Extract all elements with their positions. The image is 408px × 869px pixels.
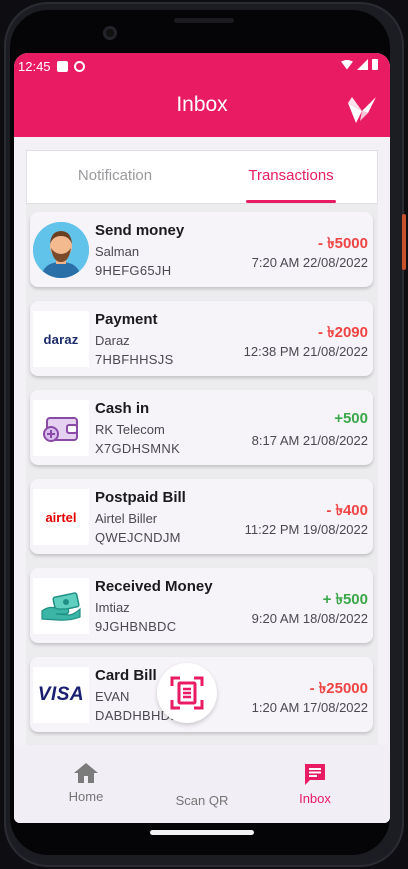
tab-transactions[interactable]: Transactions xyxy=(203,151,379,203)
transaction-type: Received Money xyxy=(95,578,213,595)
battery-icon xyxy=(372,59,378,70)
nav-home[interactable]: Home xyxy=(31,761,141,804)
transaction-amount: + ৳500 xyxy=(322,591,368,608)
daraz-logo-text: daraz xyxy=(43,331,79,347)
transaction-row[interactable]: daraz Payment Daraz 7HBFHHSJS - ৳2090 12… xyxy=(30,301,373,376)
wallet-icon xyxy=(43,417,78,442)
transaction-datetime: 7:20 AM 22/08/2022 xyxy=(251,255,368,270)
transaction-datetime: 1:20 AM 17/08/2022 xyxy=(251,700,368,715)
nav-scan-qr[interactable]: Scan QR xyxy=(147,793,257,808)
transaction-amount: - ৳2090 xyxy=(317,324,368,341)
transaction-party: EVAN xyxy=(95,689,130,704)
tab-selected-indicator xyxy=(246,200,336,203)
transaction-row[interactable]: Cash in RK Telecom X7GDHSMNK +500 8:17 A… xyxy=(30,390,373,465)
transaction-party: Airtel Biller xyxy=(95,511,158,526)
bottom-navigation: Home Scan QR Inbox xyxy=(14,745,390,823)
page-title: Inbox xyxy=(176,93,228,116)
transaction-party: RK Telecom xyxy=(95,422,165,437)
transaction-type: Postpaid Bill xyxy=(95,489,186,506)
tab-bar: Notification Transactions xyxy=(26,150,378,204)
transaction-row[interactable]: airtel Postpaid Bill Airtel Biller QWEJC… xyxy=(30,479,373,554)
sim-card-icon xyxy=(56,60,68,72)
status-time: 12:45 xyxy=(18,58,51,74)
transaction-type: Payment xyxy=(95,311,158,328)
scan-qr-button[interactable] xyxy=(157,663,217,723)
side-button xyxy=(402,214,406,270)
transaction-row[interactable]: Received Money Imtiaz 9JGHBNBDC + ৳500 9… xyxy=(30,568,373,643)
nav-inbox[interactable]: Inbox xyxy=(260,761,370,806)
tab-notification[interactable]: Notification xyxy=(27,151,203,203)
avatar xyxy=(33,222,89,278)
transaction-row[interactable]: Send money Salman 9HEFG65JH - ৳5000 7:20… xyxy=(30,212,373,287)
transaction-id: 7HBFHHSJS xyxy=(95,352,174,367)
status-bar: 12:45 xyxy=(18,57,85,75)
inbox-icon xyxy=(305,764,325,785)
transaction-amount: +500 xyxy=(334,410,368,427)
transaction-id: 9JGHBNBDC xyxy=(95,619,177,634)
transaction-party: Daraz xyxy=(95,333,130,348)
transaction-datetime: 12:38 PM 21/08/2022 xyxy=(243,344,368,359)
visa-logo-text: VISA xyxy=(37,684,85,705)
nav-home-label: Home xyxy=(68,789,104,804)
nav-scan-label: Scan QR xyxy=(175,793,229,808)
sync-icon xyxy=(73,60,85,72)
transaction-type: Cash in xyxy=(95,400,150,417)
visa-logo: VISA xyxy=(33,667,89,723)
transaction-type: Send money xyxy=(95,222,185,239)
cash-hand-icon xyxy=(41,592,81,621)
cash-thumb xyxy=(33,578,89,634)
gesture-home-bar[interactable] xyxy=(150,830,254,835)
signal-icon xyxy=(357,59,368,70)
transaction-id: 9HEFG65JH xyxy=(95,263,172,278)
daraz-logo: daraz xyxy=(33,311,89,367)
transaction-datetime: 11:22 PM 19/08/2022 xyxy=(244,522,368,537)
home-icon xyxy=(74,763,98,783)
transaction-amount: - ৳25000 xyxy=(309,680,368,697)
transaction-datetime: 9:20 AM 18/08/2022 xyxy=(251,611,368,626)
app-bar: 12:45 Inbox xyxy=(14,53,390,137)
airtel-logo-text: airtel xyxy=(45,509,77,525)
status-indicators xyxy=(341,59,378,70)
transaction-amount: - ৳400 xyxy=(326,502,368,519)
transaction-amount: - ৳5000 xyxy=(317,235,368,252)
bird-logo-icon[interactable] xyxy=(346,95,378,125)
wallet-thumb xyxy=(33,400,89,456)
transaction-id: QWEJCNDJM xyxy=(95,530,181,545)
scan-qr-icon xyxy=(170,676,204,710)
transaction-datetime: 8:17 AM 21/08/2022 xyxy=(251,433,368,448)
airtel-logo: airtel xyxy=(33,489,89,545)
nav-inbox-label: Inbox xyxy=(299,791,331,806)
transaction-id: X7GDHSMNK xyxy=(95,441,181,456)
transaction-party: Imtiaz xyxy=(95,600,130,615)
speaker-grille xyxy=(174,18,234,23)
avatar-icon xyxy=(33,222,89,278)
transaction-party: Salman xyxy=(95,244,140,259)
wifi-icon xyxy=(341,59,353,70)
transaction-type: Card Bill xyxy=(95,667,157,684)
camera-icon xyxy=(103,26,117,40)
